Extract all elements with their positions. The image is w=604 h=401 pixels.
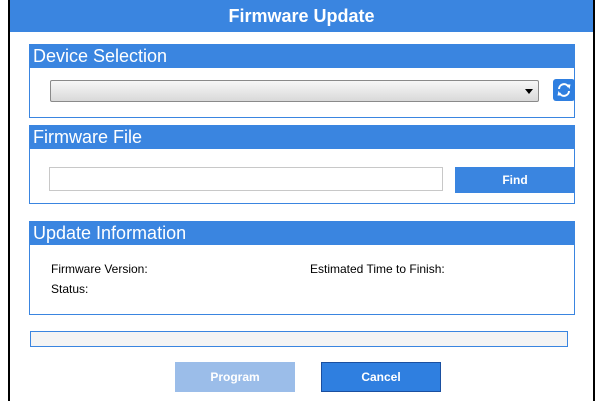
firmware-file-path-input[interactable] bbox=[49, 167, 443, 191]
dialog-title: Firmware Update bbox=[10, 0, 593, 32]
estimated-time-label: Estimated Time to Finish: bbox=[310, 262, 445, 276]
program-button[interactable]: Program bbox=[175, 362, 295, 392]
find-button[interactable]: Find bbox=[455, 167, 575, 193]
refresh-button[interactable] bbox=[553, 79, 575, 101]
cancel-button[interactable]: Cancel bbox=[321, 362, 441, 392]
update-information-header: Update Information bbox=[30, 222, 574, 245]
device-select[interactable] bbox=[50, 80, 539, 102]
dropdown-arrow-icon bbox=[525, 89, 533, 94]
window-border-left bbox=[8, 0, 10, 401]
status-label: Status: bbox=[51, 282, 89, 296]
update-information-section: Update Information Firmware Version: Sta… bbox=[29, 221, 575, 315]
device-selection-header: Device Selection bbox=[30, 45, 574, 68]
device-selection-section: Device Selection bbox=[29, 44, 575, 118]
firmware-file-section: Firmware File Find bbox=[29, 125, 575, 204]
refresh-icon bbox=[557, 83, 571, 97]
firmware-file-header: Firmware File bbox=[30, 126, 574, 149]
firmware-update-dialog: Firmware Update Device Selection Firmwar… bbox=[0, 0, 604, 401]
update-progress-bar bbox=[30, 331, 568, 347]
window-border-right bbox=[593, 0, 595, 401]
firmware-version-label: Firmware Version: bbox=[51, 262, 148, 276]
